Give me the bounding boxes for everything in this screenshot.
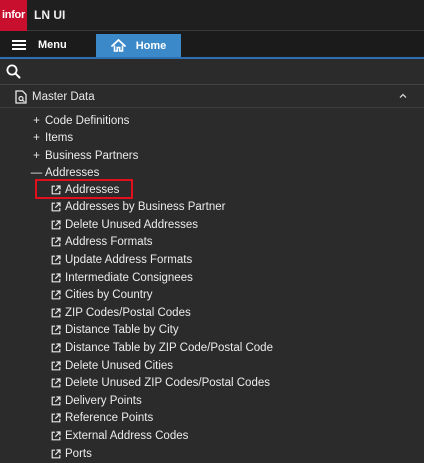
tree-item-label: Address Formats: [65, 236, 153, 249]
tree-item[interactable]: External Address Codes: [51, 427, 188, 444]
external-link-icon: [51, 220, 61, 230]
tree-item-label: Update Address Formats: [65, 253, 193, 266]
external-link-icon: [51, 308, 61, 318]
tree-item[interactable]: Delete Unused Addresses: [51, 216, 198, 233]
tree-item-label: Distance Table by ZIP Code/Postal Code: [65, 341, 273, 354]
external-link-icon: [51, 237, 61, 247]
search-icon[interactable]: [6, 64, 21, 79]
tree-item-label: Delete Unused Addresses: [65, 218, 198, 231]
tree-item[interactable]: Distance Table by City: [51, 322, 179, 339]
expand-icon: +: [33, 149, 40, 162]
tree-item-label: Delivery Points: [65, 394, 142, 407]
folder-label: Items: [45, 131, 74, 144]
hamburger-icon: [12, 40, 26, 50]
tree-item[interactable]: Delivery Points: [51, 392, 142, 409]
tree-item[interactable]: Address Formats: [51, 234, 153, 251]
folder-label: Business Partners: [45, 149, 139, 162]
tree-item[interactable]: Distance Table by ZIP Code/Postal Code: [51, 339, 273, 356]
external-link-icon: [51, 272, 61, 282]
tree-item-label: Cities by Country: [65, 289, 153, 302]
document-icon: [15, 89, 27, 104]
search-bar: [0, 61, 424, 85]
tree-item[interactable]: Addresses by Business Partner: [51, 199, 225, 216]
tab-home[interactable]: Home: [96, 34, 181, 57]
external-link-icon: [51, 255, 61, 265]
tree-item[interactable]: ZIP Codes/Postal Codes: [51, 304, 191, 321]
tree-folder-code-definitions[interactable]: + Code Definitions: [30, 112, 129, 129]
tree-item[interactable]: Cities by Country: [51, 287, 153, 304]
tree-item[interactable]: Update Address Formats: [51, 251, 192, 268]
external-link-icon: [51, 413, 61, 423]
tree-item-label: ZIP Codes/Postal Codes: [65, 306, 191, 319]
tree-item-label: Intermediate Consignees: [65, 271, 193, 284]
tree-item[interactable]: Delete Unused Cities: [51, 357, 173, 374]
external-link-icon: [51, 343, 61, 353]
tree-item[interactable]: Ports: [51, 445, 92, 462]
tree-folder-items[interactable]: + Items: [30, 129, 73, 146]
nav-bar: Menu Home: [0, 31, 424, 59]
external-link-icon: [51, 431, 61, 441]
master-data-section-header[interactable]: Master Data: [0, 86, 424, 108]
tree-item[interactable]: Addresses: [51, 181, 119, 198]
external-link-icon: [51, 202, 61, 212]
title-bar: infor LN UI: [0, 0, 424, 31]
folder-label: Addresses: [45, 166, 100, 179]
section-title: Master Data: [32, 90, 95, 103]
external-link-icon: [51, 378, 61, 388]
external-link-icon: [51, 360, 61, 370]
tree-item-label: Reference Points: [65, 412, 154, 425]
collapse-icon: —: [30, 166, 43, 179]
external-link-icon: [51, 184, 61, 194]
home-icon: [110, 39, 126, 52]
external-link-icon: [51, 325, 61, 335]
chevron-up-icon[interactable]: [398, 91, 408, 101]
tree-item[interactable]: Reference Points: [51, 410, 153, 427]
external-link-icon: [51, 290, 61, 300]
tree-item[interactable]: Delete Unused ZIP Codes/Postal Codes: [51, 375, 270, 392]
external-link-icon: [51, 448, 61, 458]
folder-label: Code Definitions: [45, 114, 130, 127]
tree-folder-business-partners[interactable]: + Business Partners: [30, 147, 138, 164]
tree-item-label: Distance Table by City: [65, 324, 179, 337]
tree-item-label: Delete Unused ZIP Codes/Postal Codes: [65, 377, 270, 390]
tree-item-label: External Address Codes: [65, 429, 189, 442]
expand-icon: +: [33, 114, 40, 127]
app-title: LN UI: [34, 8, 66, 22]
infor-logo: infor: [0, 0, 27, 31]
tree-item-label: Delete Unused Cities: [65, 359, 174, 372]
home-label: Home: [135, 39, 167, 52]
menu-label: Menu: [38, 39, 67, 51]
expand-icon: +: [33, 131, 40, 144]
tree-item-label: Ports: [65, 447, 92, 460]
tree-item-label: Addresses: [65, 183, 120, 196]
menu-button[interactable]: Menu: [12, 34, 67, 56]
tree-item-label: Addresses by Business Partner: [65, 201, 226, 214]
external-link-icon: [51, 396, 61, 406]
tree-item[interactable]: Intermediate Consignees: [51, 269, 193, 286]
